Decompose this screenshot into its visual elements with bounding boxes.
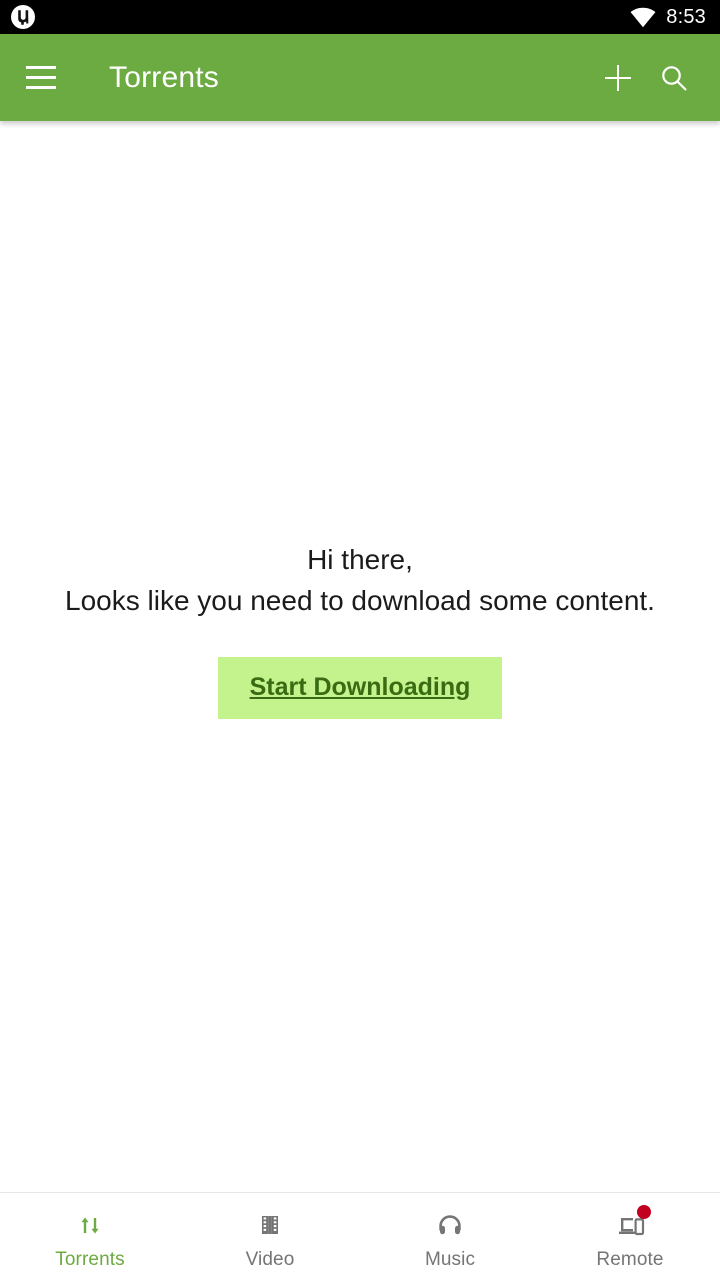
headphones-icon xyxy=(430,1208,470,1242)
nav-label-music: Music xyxy=(424,1249,476,1270)
menu-bar-1 xyxy=(26,66,56,69)
app-root: 8:53 Torrents Hi there, Looks like you n… xyxy=(0,0,720,1280)
start-downloading-button[interactable]: Start Downloading xyxy=(217,657,503,719)
utorrent-logo-icon xyxy=(10,4,36,30)
nav-label-torrents: Torrents xyxy=(55,1249,125,1270)
transfer-arrows-icon xyxy=(70,1208,110,1242)
laptop-phone-icon xyxy=(610,1205,651,1242)
menu-bar-3 xyxy=(26,86,56,89)
nav-label-remote: Remote xyxy=(596,1249,664,1270)
bottom-navigation-bar: Torrents Video Music Remote xyxy=(0,1192,720,1280)
empty-state-line-2: Looks like you need to download some con… xyxy=(65,585,655,616)
app-bar: Torrents xyxy=(0,34,720,121)
page-title: Torrents xyxy=(109,60,219,94)
content-area: Hi there, Looks like you need to downloa… xyxy=(0,121,720,1192)
menu-bar-2 xyxy=(26,76,56,79)
empty-state-line-1: Hi there, xyxy=(307,544,413,575)
nav-item-video[interactable]: Video xyxy=(180,1193,360,1280)
add-torrent-button[interactable] xyxy=(590,50,646,106)
nav-item-remote[interactable]: Remote xyxy=(540,1193,720,1280)
nav-item-torrents[interactable]: Torrents xyxy=(0,1193,180,1280)
wifi-icon xyxy=(630,6,656,28)
nav-label-video: Video xyxy=(245,1249,295,1270)
nav-item-music[interactable]: Music xyxy=(360,1193,540,1280)
film-strip-icon xyxy=(250,1208,290,1242)
status-bar-clock: 8:53 xyxy=(666,6,706,28)
status-bar-right: 8:53 xyxy=(630,6,706,28)
plus-icon xyxy=(603,63,633,93)
hamburger-menu-icon[interactable] xyxy=(26,55,72,101)
search-icon xyxy=(659,63,689,93)
empty-state: Hi there, Looks like you need to downloa… xyxy=(65,539,655,719)
search-button[interactable] xyxy=(646,50,702,106)
remote-notification-badge xyxy=(637,1205,651,1219)
status-bar: 8:53 xyxy=(0,0,720,34)
status-bar-left xyxy=(10,4,36,30)
